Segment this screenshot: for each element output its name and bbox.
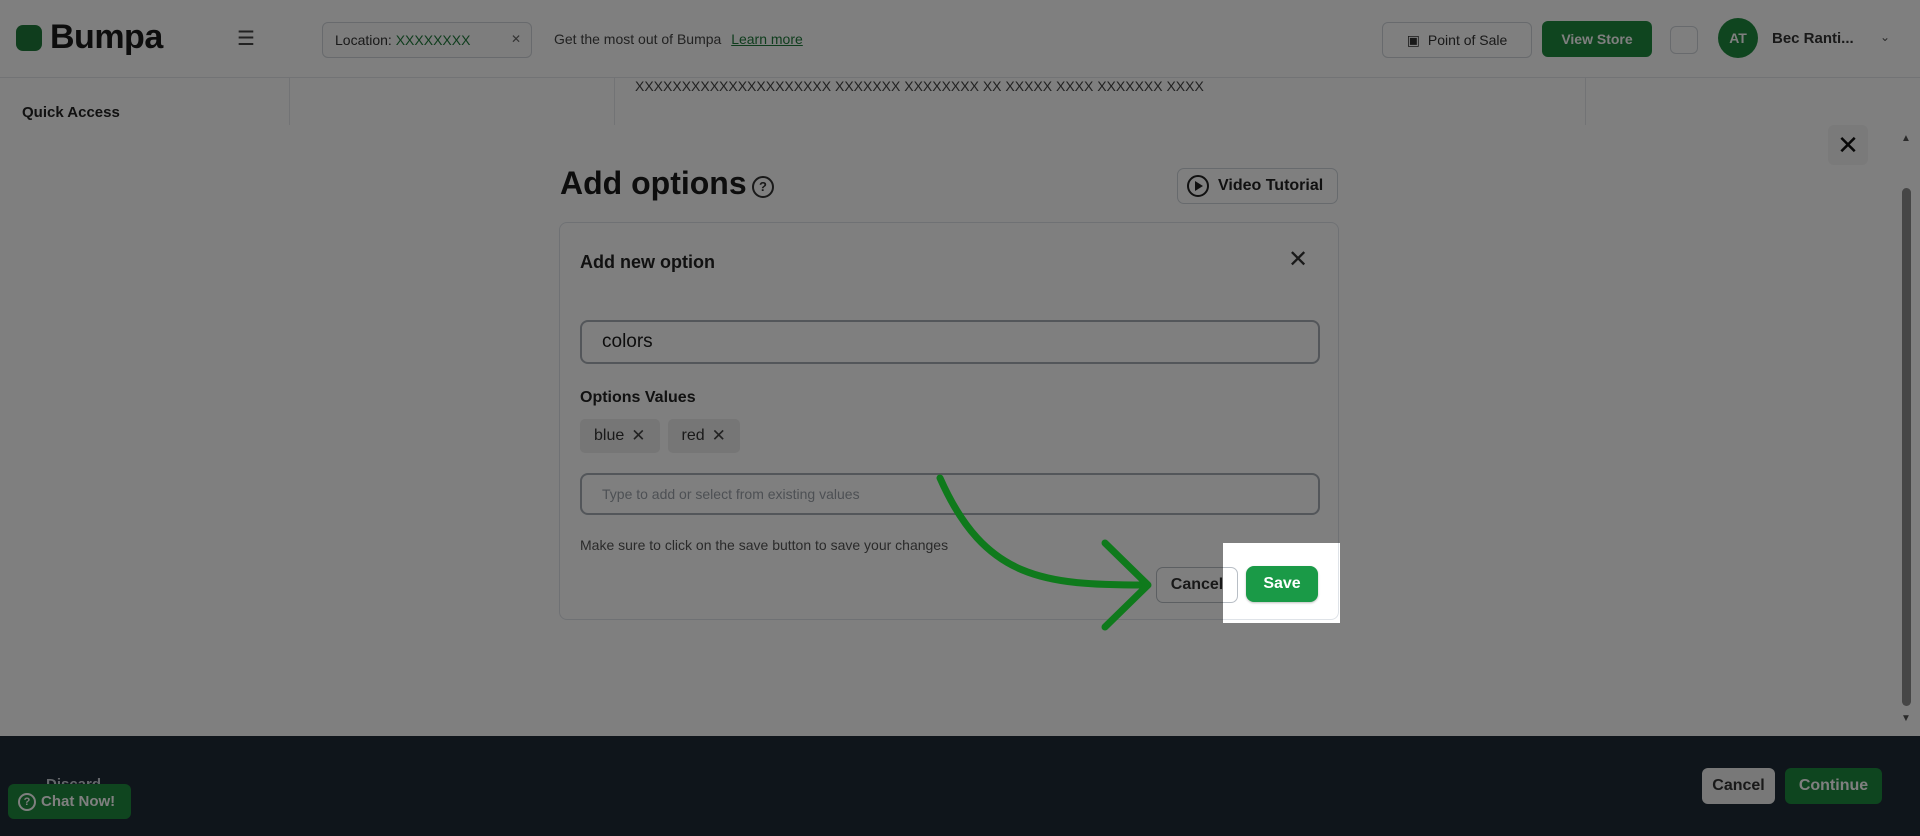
help-icon[interactable]: ?: [752, 176, 774, 198]
brand-name: Bumpa: [50, 18, 163, 56]
logo-mark: [16, 24, 42, 51]
option-value-tag: blue ✕: [580, 419, 660, 453]
scroll-up-arrow[interactable]: ▲: [1901, 133, 1911, 144]
close-icon[interactable]: ✕: [1828, 125, 1868, 165]
learn-more-link[interactable]: Learn more: [731, 31, 803, 47]
promo-text: Get the most out of Bumpa Learn more: [554, 31, 803, 47]
promo-label: Get the most out of Bumpa: [554, 31, 722, 47]
footer-cancel-button[interactable]: Cancel: [1702, 768, 1775, 804]
option-value-tag: red ✕: [667, 419, 740, 453]
avatar[interactable]: AT: [1718, 18, 1758, 58]
top-bar: Bumpa ☰ Location: XXXXXXXX ✕ Get the mos…: [0, 0, 1920, 78]
remove-icon[interactable]: ✕: [631, 426, 645, 446]
page-title: Add options: [560, 165, 747, 201]
option-value-tags: blue ✕ red ✕: [580, 419, 740, 453]
location-value: XXXXXXXX: [395, 32, 471, 48]
quick-access-heading: Quick Access: [22, 104, 120, 121]
notification-icon[interactable]: [1670, 26, 1698, 54]
remove-icon[interactable]: ✕: [712, 426, 726, 446]
chat-now-label: Chat Now!: [41, 793, 116, 810]
option-name-input[interactable]: [580, 320, 1320, 364]
location-select[interactable]: Location: XXXXXXXX ✕: [322, 22, 532, 58]
tag-label: blue: [594, 427, 625, 444]
tag-label: red: [681, 427, 705, 444]
chevron-down-icon[interactable]: ⌄: [1880, 30, 1890, 44]
scrollbar[interactable]: ▲ ▼: [1899, 133, 1913, 724]
content-snippet: XXXXXXXXXXXXXXXXXXXXX XXXXXXX XXXXXXXX X…: [635, 78, 1204, 94]
chevron-down-icon: ✕: [510, 32, 521, 46]
view-store-button[interactable]: View Store: [1542, 21, 1652, 57]
pos-label: Point of Sale: [1427, 32, 1508, 48]
video-tutorial-button[interactable]: Video Tutorial: [1177, 168, 1338, 204]
options-values-label: Options Values: [580, 389, 696, 406]
add-option-card: Add new option ✕ Options Values blue ✕ r…: [559, 222, 1339, 620]
video-tutorial-label: Video Tutorial: [1218, 177, 1324, 194]
content-area: XXXXXXXXXXXXXXXXXXXXX XXXXXXX XXXXXXXX X…: [614, 78, 1586, 128]
save-button[interactable]: Save: [1246, 566, 1318, 602]
pos-icon: ▣: [1406, 31, 1420, 48]
add-options-sheet: ✕ ▲ ▼ Add options ? Video Tutorial Add n…: [0, 125, 1920, 736]
point-of-sale-button[interactable]: ▣ Point of Sale: [1382, 22, 1532, 58]
menu-icon[interactable]: ☰: [232, 26, 260, 52]
save-hint: Make sure to click on the save button to…: [580, 537, 949, 553]
option-value-input[interactable]: [580, 473, 1320, 515]
location-label: Location:: [335, 32, 392, 48]
chat-now-button[interactable]: ? Chat Now!: [8, 784, 131, 819]
footer-bar: Discard Cancel Continue ? Chat Now!: [0, 736, 1920, 836]
card-title: Add new option: [580, 252, 715, 272]
play-circle-icon: [1187, 175, 1209, 197]
help-icon: ?: [18, 792, 36, 811]
user-name[interactable]: Bec Ranti...: [1772, 30, 1854, 47]
scroll-down-arrow[interactable]: ▼: [1901, 713, 1911, 724]
cancel-button[interactable]: Cancel: [1156, 567, 1238, 603]
logo[interactable]: Bumpa: [16, 18, 163, 57]
close-icon[interactable]: ✕: [1283, 245, 1313, 275]
scroll-thumb[interactable]: [1902, 188, 1911, 706]
continue-button[interactable]: Continue: [1785, 768, 1882, 804]
